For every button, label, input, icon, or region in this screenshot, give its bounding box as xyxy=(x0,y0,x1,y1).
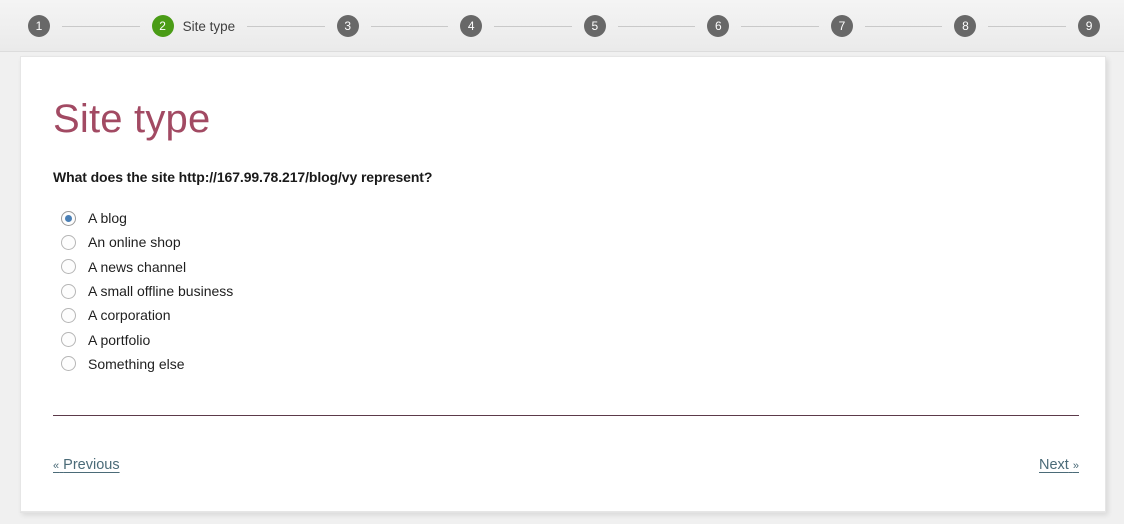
radio-icon-something-else[interactable] xyxy=(61,356,76,372)
radio-icon-a-portfolio[interactable] xyxy=(61,332,76,348)
step-label-2: Site type xyxy=(182,18,236,34)
step-item-8[interactable]: 8 xyxy=(954,15,977,37)
chevron-left-icon: « xyxy=(53,460,60,472)
wizard-stepper: 1 2 Site type 3 4 5 6 7 8 9 xyxy=(0,0,1124,52)
step-circle-5[interactable]: 5 xyxy=(583,15,606,37)
footer-divider xyxy=(53,415,1079,416)
radio-option-a-news-channel[interactable]: A news channel xyxy=(61,255,661,279)
radio-label-a-small-offline-business: A small offline business xyxy=(88,283,234,300)
step-circle-3[interactable]: 3 xyxy=(336,15,359,37)
step-connector-4-5 xyxy=(494,25,572,27)
radio-label-something-else: Something else xyxy=(88,355,185,372)
step-item-2[interactable]: 2 Site type xyxy=(151,15,236,37)
radio-option-a-small-offline-business[interactable]: A small offline business xyxy=(61,279,661,303)
step-item-5[interactable]: 5 xyxy=(583,15,606,37)
step-item-7[interactable]: 7 xyxy=(830,15,853,37)
radio-option-a-portfolio[interactable]: A portfolio xyxy=(61,327,661,351)
radio-icon-a-blog[interactable] xyxy=(61,210,76,226)
step-circle-2[interactable]: 2 xyxy=(151,15,174,37)
step-circle-8[interactable]: 8 xyxy=(954,15,977,37)
step-item-9[interactable]: 9 xyxy=(1078,15,1101,37)
step-circle-4[interactable]: 4 xyxy=(460,15,483,37)
radio-label-a-blog: A blog xyxy=(88,210,127,227)
question-text: What does the site http://167.99.78.217/… xyxy=(53,169,433,185)
step-connector-1-2 xyxy=(62,25,140,27)
step-circle-6[interactable]: 6 xyxy=(707,15,730,37)
chevron-right-icon: » xyxy=(1072,460,1079,472)
step-connector-7-8 xyxy=(864,25,943,27)
stepper-steps: 1 2 Site type 3 4 5 6 7 8 9 xyxy=(28,0,1101,52)
previous-link[interactable]: « Previous xyxy=(53,457,120,473)
wizard-card: Site type What does the site http://167.… xyxy=(20,56,1106,512)
radio-option-a-corporation[interactable]: A corporation xyxy=(61,303,661,327)
step-item-1[interactable]: 1 xyxy=(28,15,50,37)
radio-option-an-online-shop[interactable]: An online shop xyxy=(61,230,661,254)
step-circle-9[interactable]: 9 xyxy=(1078,15,1101,37)
step-item-3[interactable]: 3 xyxy=(336,15,359,37)
step-item-6[interactable]: 6 xyxy=(707,15,730,37)
step-circle-7[interactable]: 7 xyxy=(830,15,853,37)
radio-option-something-else[interactable]: Something else xyxy=(61,352,661,376)
radio-option-a-blog[interactable]: A blog xyxy=(61,206,661,230)
radio-label-a-corporation: A corporation xyxy=(88,307,171,324)
radio-label-a-news-channel: A news channel xyxy=(88,258,187,275)
step-connector-3-4 xyxy=(370,25,449,27)
radio-icon-a-news-channel[interactable] xyxy=(61,259,76,275)
step-circle-1[interactable]: 1 xyxy=(28,15,50,37)
step-connector-6-7 xyxy=(741,25,819,27)
page-title: Site type xyxy=(53,97,211,141)
previous-link-label: Previous xyxy=(63,457,120,473)
step-connector-5-6 xyxy=(617,25,696,27)
step-item-4[interactable]: 4 xyxy=(460,15,483,37)
radio-icon-a-small-offline-business[interactable] xyxy=(61,283,76,299)
next-link[interactable]: Next » xyxy=(1039,457,1079,473)
step-connector-2-3 xyxy=(247,25,325,27)
radio-icon-a-corporation[interactable] xyxy=(61,307,76,323)
radio-label-a-portfolio: A portfolio xyxy=(88,331,151,348)
wizard-footer-nav: « Previous Next » xyxy=(53,457,1079,473)
step-connector-8-9 xyxy=(988,25,1067,27)
next-link-label: Next xyxy=(1039,457,1069,473)
site-type-radio-group[interactable]: A blog An online shop A news channel A s… xyxy=(61,206,661,376)
radio-icon-an-online-shop[interactable] xyxy=(61,234,76,250)
radio-label-an-online-shop: An online shop xyxy=(88,234,181,251)
